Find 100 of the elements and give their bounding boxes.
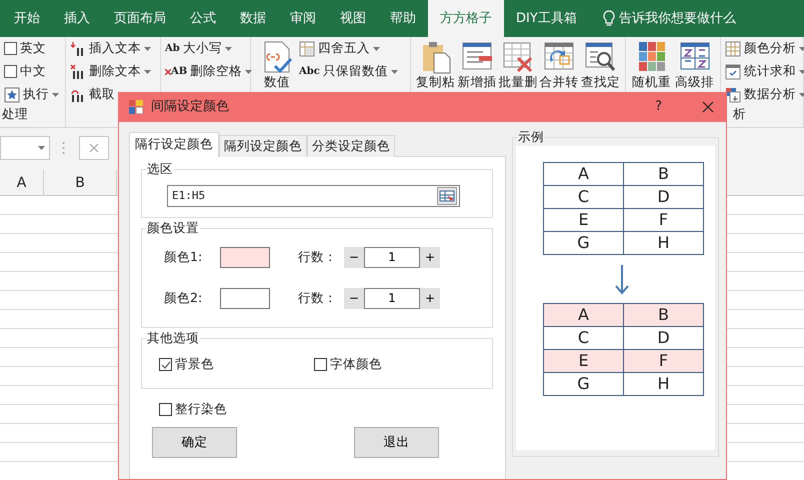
checkbox-label: 字体颜色 <box>330 354 382 373</box>
ribbon-tab[interactable]: 帮助 <box>378 0 428 37</box>
icon-label: Ab <box>165 42 180 56</box>
caret-icon <box>799 46 804 50</box>
window-chart-icon <box>725 86 741 102</box>
search-document-icon <box>584 40 616 74</box>
checkbox-label: 中文 <box>20 62 46 80</box>
group-label: 处理 <box>2 105 28 124</box>
decrement-button[interactable]: − <box>344 288 364 309</box>
example-cell: E <box>544 349 624 372</box>
caret-icon <box>144 46 151 50</box>
caret-icon <box>373 46 380 50</box>
example-cell: C <box>544 326 624 349</box>
ribbon-tab[interactable]: DIY工具箱 <box>504 0 589 37</box>
color-swatch[interactable] <box>220 246 270 268</box>
ribbon-tab[interactable]: 页面布局 <box>102 0 178 37</box>
increment-button[interactable]: + <box>420 246 440 268</box>
ribbon-item[interactable]: 执行 <box>23 85 49 104</box>
dialog-tab[interactable]: 隔行设定颜色 <box>129 132 219 157</box>
ribbon-item[interactable]: 颜色分析 <box>744 39 796 58</box>
range-value: E1:H5 <box>172 188 206 204</box>
down-arrow-icon <box>615 264 629 294</box>
ribbon-item[interactable]: 截取 <box>89 85 115 104</box>
window-title: 间隔设定颜色 <box>151 98 229 116</box>
row-count-field[interactable]: 1 <box>364 288 420 309</box>
ribbon-item[interactable]: 删除文本 <box>89 62 141 81</box>
ribbon-item[interactable]: 删除空格 <box>190 62 242 81</box>
dialog-tab[interactable]: 分类设定颜色 <box>307 135 395 157</box>
dialog-tab[interactable]: 隔列设定颜色 <box>219 135 307 157</box>
row-count-label: 行数： <box>298 288 338 307</box>
range-field[interactable]: E1:H5 <box>167 185 460 208</box>
example-cell: F <box>624 349 704 372</box>
ribbon-button[interactable]: 批量删 <box>497 37 539 127</box>
ribbon-button[interactable]: 数值 <box>255 37 299 127</box>
color-label: 颜色2: <box>164 288 204 307</box>
row-count-field[interactable]: 1 <box>364 246 420 268</box>
group-box-title: 示例 <box>517 131 545 144</box>
ribbon-item[interactable]: 插入文本 <box>89 39 141 58</box>
checkbox[interactable] <box>159 358 172 371</box>
caret-icon <box>52 92 59 96</box>
example-cell: E <box>544 208 624 231</box>
ribbon-button[interactable]: 合并转 <box>538 37 580 127</box>
ribbon-item[interactable]: 只保留数值 <box>322 62 388 81</box>
group-box-title: 颜色设置 <box>146 222 200 235</box>
icon-label: AB <box>171 65 188 79</box>
checkbox-label: 英文 <box>20 39 46 58</box>
ribbon-tab[interactable]: 插入 <box>52 0 102 37</box>
ribbon-button[interactable]: 查找定 <box>580 37 622 127</box>
button-label: 新增插 <box>457 75 496 89</box>
ribbon-tab[interactable]: 视图 <box>328 0 378 37</box>
caret-icon <box>38 146 45 150</box>
checkbox-label: 背景色 <box>175 354 214 373</box>
help-button[interactable]: ? <box>655 97 662 117</box>
ribbon-item[interactable]: 大小写 <box>182 39 222 58</box>
ribbon-button[interactable]: 复制粘 <box>415 37 456 127</box>
checkbox[interactable] <box>159 403 172 416</box>
ribbon-item[interactable]: 统计求和 <box>744 62 796 81</box>
caret-icon <box>799 92 804 96</box>
caret-icon <box>144 70 151 74</box>
group-box-title: 选区 <box>146 162 174 176</box>
example-cell: H <box>624 231 704 254</box>
color-swatch[interactable] <box>220 288 270 309</box>
close-icon[interactable] <box>702 101 714 113</box>
palette-icon <box>129 100 143 114</box>
increment-button[interactable]: + <box>420 288 440 309</box>
example-cell: B <box>624 162 704 185</box>
percent-grid-icon <box>299 40 315 56</box>
button-label: 复制粘 <box>416 75 456 89</box>
ribbon-button[interactable]: 高级排 <box>673 37 716 127</box>
table-delete-icon <box>502 40 534 74</box>
example-cell: C <box>544 185 624 208</box>
dialog-button[interactable]: 确定 <box>152 427 237 458</box>
color-label: 颜色1: <box>164 248 204 266</box>
checkbox[interactable] <box>4 42 17 55</box>
ribbon-item[interactable]: 四舍五入 <box>318 39 370 58</box>
checkbox[interactable] <box>314 358 327 371</box>
group-box-title: 其他选项 <box>146 332 200 344</box>
caret-icon <box>224 46 232 50</box>
example-cell: G <box>544 372 624 395</box>
button-label: 随机重 <box>632 75 671 89</box>
ribbon-tab[interactable]: 审阅 <box>278 0 328 37</box>
range-picker-icon[interactable] <box>437 187 457 206</box>
ribbon-tab[interactable]: 公式 <box>178 0 228 37</box>
tell-me-search[interactable]: 告诉我你想要做什么 <box>618 8 736 28</box>
caret-icon <box>799 70 804 74</box>
decrement-button[interactable]: − <box>344 246 364 268</box>
ribbon-tab[interactable]: 方方格子 <box>428 0 504 37</box>
bars-cross-icon <box>70 64 86 80</box>
example-cell: B <box>624 303 704 326</box>
example-cell: A <box>544 303 624 326</box>
row-count-label: 行数： <box>298 248 338 266</box>
ribbon-tab[interactable]: 开始 <box>2 0 52 37</box>
checkbox[interactable] <box>4 65 17 78</box>
dialog-button[interactable]: 退出 <box>354 427 439 458</box>
checkbox-label: 整行染色 <box>175 400 227 418</box>
ribbon-button[interactable]: 新增插 <box>456 37 498 127</box>
ribbon-tab[interactable]: 数据 <box>228 0 278 37</box>
bars-arrow-icon <box>70 40 86 56</box>
example-cell: H <box>624 372 704 395</box>
ribbon-item[interactable]: 数据分析 <box>744 85 796 104</box>
